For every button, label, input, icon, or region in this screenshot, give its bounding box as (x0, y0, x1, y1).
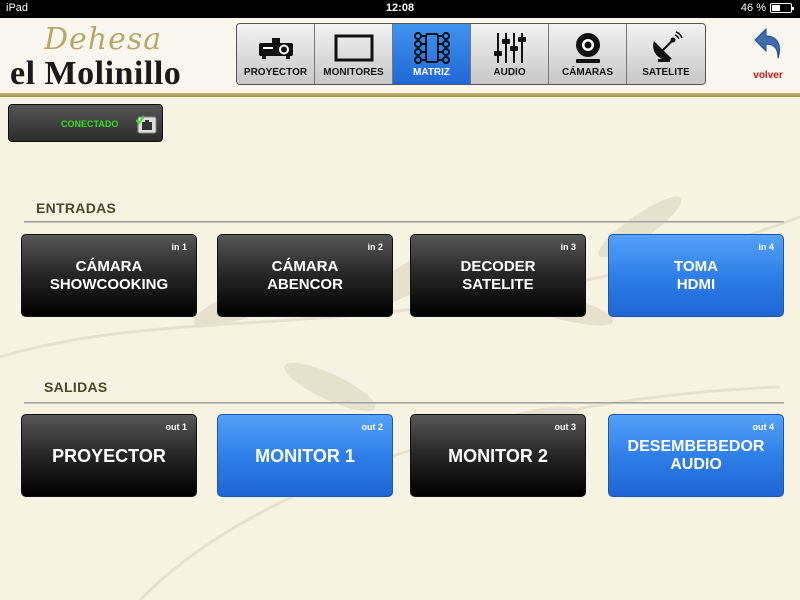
tab-audio[interactable]: AUDIO (471, 24, 549, 84)
input-button-3[interactable]: in 3 DECODER SATELITE (410, 234, 586, 317)
tab-bar: PROYECTOR MONITORES MATRIZ AUDIO CÁMARAS… (236, 23, 706, 85)
battery-fill (772, 5, 780, 11)
output-tag: out 1 (165, 422, 188, 432)
tab-label: MATRIZ (412, 67, 451, 78)
battery-status: 46 % (740, 2, 794, 14)
inputs-divider (24, 221, 784, 223)
back-label: volver (753, 70, 783, 81)
input-tag: in 1 (171, 242, 187, 252)
connection-status: CONECTADO (8, 104, 163, 142)
output-button-4[interactable]: out 4 DESEMBEBEDOR AUDIO (608, 414, 784, 497)
input-label: DECODER SATELITE (460, 257, 536, 293)
tab-label: MONITORES (323, 67, 384, 78)
output-tag: out 4 (752, 422, 775, 432)
tab-label: SATELITE (642, 67, 690, 78)
output-button-3[interactable]: out 3 MONITOR 2 (410, 414, 586, 497)
output-tag: out 2 (361, 422, 384, 432)
connection-label: CONECTADO (61, 119, 119, 129)
projector-icon (237, 32, 314, 64)
input-label: CÁMARA ABENCOR (267, 257, 343, 293)
output-tag: out 3 (554, 422, 577, 432)
tab-matriz[interactable]: MATRIZ (393, 24, 471, 84)
tab-monitores[interactable]: MONITORES (315, 24, 393, 84)
output-label: MONITOR 2 (448, 445, 548, 466)
output-label: PROYECTOR (52, 445, 166, 466)
battery-icon (770, 3, 794, 13)
logo-title: el Molinillo (10, 55, 182, 92)
tab-proyector[interactable]: PROYECTOR (237, 24, 315, 84)
tab-label: AUDIO (493, 67, 526, 78)
input-tag: in 4 (758, 242, 774, 252)
tab-label: PROYECTOR (243, 67, 308, 78)
matrix-icon (393, 32, 470, 64)
battery-percent: 46 % (740, 2, 766, 14)
input-tag: in 3 (560, 242, 576, 252)
outputs-divider (24, 402, 784, 404)
input-button-2[interactable]: in 2 CÁMARA ABENCOR (217, 234, 393, 317)
header-divider (0, 93, 800, 97)
back-button[interactable]: volver (748, 24, 788, 86)
output-button-2[interactable]: out 2 MONITOR 1 (217, 414, 393, 497)
tab-satelite[interactable]: SATELITE (627, 24, 705, 84)
network-connected-icon (135, 114, 158, 139)
input-label: TOMA HDMI (674, 257, 718, 293)
input-label: CÁMARA SHOWCOOKING (49, 257, 169, 293)
input-button-1[interactable]: in 1 CÁMARA SHOWCOOKING (21, 234, 197, 317)
input-tag: in 2 (367, 242, 383, 252)
camera-icon (549, 32, 626, 64)
output-button-1[interactable]: out 1 PROYECTOR (21, 414, 197, 497)
monitor-icon (315, 32, 392, 64)
output-label: MONITOR 1 (255, 445, 355, 466)
clock: 12:08 (385, 2, 415, 14)
output-label: DESEMBEBEDOR AUDIO (627, 437, 765, 473)
olive-branch-watermark (0, 196, 800, 600)
tab-label: CÁMARAS (561, 67, 614, 78)
tab-camaras[interactable]: CÁMARAS (549, 24, 627, 84)
inputs-title: ENTRADAS (36, 200, 117, 216)
satellite-dish-icon (627, 31, 705, 64)
status-bar: iPad 12:08 46 % (0, 0, 800, 18)
back-arrow-icon (752, 26, 784, 71)
logo-script: Dehesa (44, 22, 163, 57)
sliders-icon (471, 32, 548, 64)
outputs-title: SALIDAS (44, 379, 108, 395)
input-button-4[interactable]: in 4 TOMA HDMI (608, 234, 784, 317)
